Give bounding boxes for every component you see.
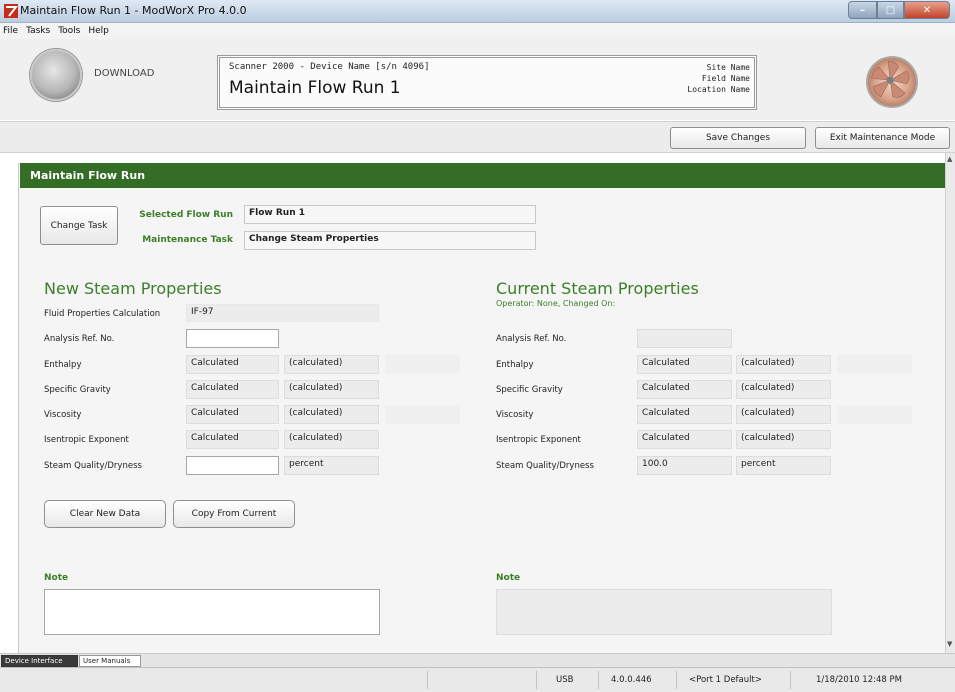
menu-help[interactable]: Help (88, 26, 109, 36)
menu-tasks[interactable]: Tasks (26, 26, 50, 36)
current-enthalpy-label: Enthalpy (496, 360, 534, 370)
current-viscosity-unit: (calculated) (736, 405, 831, 424)
toolbar: Save Changes Exit Maintenance Mode (0, 121, 955, 153)
device-line: Scanner 2000 - Device Name [s/n 4096] (229, 62, 430, 72)
current-steam-quality-label: Steam Quality/Dryness (496, 461, 594, 471)
new-steam-quality-unit: percent (284, 456, 379, 475)
minimize-icon: – (860, 4, 865, 16)
maintenance-task-label: Maintenance Task (142, 235, 233, 245)
new-note-input[interactable] (44, 589, 380, 635)
new-specific-gravity-label: Specific Gravity (44, 385, 111, 395)
new-enthalpy-extra (385, 355, 460, 374)
maximize-icon: □ (885, 4, 896, 16)
minimize-button[interactable]: – (848, 1, 877, 19)
status-datetime: 1/18/2010 12:48 PM (816, 675, 902, 685)
new-enthalpy-unit: (calculated) (284, 355, 379, 374)
new-analysis-ref-input[interactable] (186, 329, 279, 348)
maximize-button[interactable]: □ (877, 1, 904, 19)
window-title: Maintain Flow Run 1 - ModWorX Pro 4.0.0 (20, 4, 247, 17)
new-isentropic-unit: (calculated) (284, 430, 379, 449)
clear-new-data-button[interactable]: Clear New Data (44, 500, 166, 528)
new-steam-properties-title: New Steam Properties (44, 279, 222, 298)
new-viscosity-extra (385, 405, 460, 424)
current-isentropic-label: Isentropic Exponent (496, 435, 581, 445)
current-steam-quality-value: 100.0 (637, 456, 732, 475)
page-title: Maintain Flow Run 1 (229, 78, 401, 98)
app-logo-icon (4, 4, 18, 18)
copy-from-current-button[interactable]: Copy From Current (173, 500, 295, 528)
site-name: Site Name (706, 63, 750, 72)
menu-tools[interactable]: Tools (58, 26, 80, 36)
tab-device-interface[interactable]: Device Interface (1, 655, 78, 667)
status-connection: USB (556, 675, 574, 685)
section-header: Maintain Flow Run (20, 163, 946, 188)
new-isentropic-label: Isentropic Exponent (44, 435, 129, 445)
status-version: 4.0.0.446 (611, 675, 652, 685)
title-bar: Maintain Flow Run 1 - ModWorX Pro 4.0.0 … (0, 0, 955, 23)
status-port: <Port 1 Default> (689, 675, 762, 685)
new-enthalpy-value: Calculated (186, 355, 279, 374)
location-name: Location Name (687, 85, 750, 94)
window-controls: – □ ✕ (848, 1, 952, 19)
maintenance-task-field: Change Steam Properties (244, 231, 536, 250)
current-isentropic-value: Calculated (637, 430, 732, 449)
current-specific-gravity-unit: (calculated) (736, 380, 831, 399)
close-button[interactable]: ✕ (904, 1, 950, 19)
fluid-properties-calc-label: Fluid Properties Calculation (44, 309, 161, 319)
menu-bar: File Tasks Tools Help (0, 23, 955, 39)
new-viscosity-label: Viscosity (44, 410, 82, 420)
new-enthalpy-label: Enthalpy (44, 360, 82, 370)
current-specific-gravity-value: Calculated (637, 380, 732, 399)
status-divider (536, 671, 537, 689)
current-viscosity-extra (837, 405, 912, 424)
selected-flow-run-label: Selected Flow Run (139, 210, 233, 220)
new-viscosity-value: Calculated (186, 405, 279, 424)
status-divider (676, 671, 677, 689)
status-divider (790, 671, 791, 689)
bottom-tab-strip: Device Interface User Manuals (0, 653, 955, 667)
menu-file[interactable]: File (3, 26, 18, 36)
current-steam-quality-unit: percent (736, 456, 831, 475)
new-specific-gravity-unit: (calculated) (284, 380, 379, 399)
current-note-label: Note (496, 573, 521, 583)
current-viscosity-value: Calculated (637, 405, 732, 424)
scroll-down-icon[interactable]: ▼ (947, 640, 952, 648)
current-enthalpy-extra (837, 355, 912, 374)
current-specific-gravity-label: Specific Gravity (496, 385, 563, 395)
current-enthalpy-unit: (calculated) (736, 355, 831, 374)
current-analysis-ref-label: Analysis Ref. No. (496, 334, 567, 344)
new-analysis-ref-label: Analysis Ref. No. (44, 334, 115, 344)
current-isentropic-unit: (calculated) (736, 430, 831, 449)
close-icon: ✕ (922, 4, 932, 16)
save-changes-button[interactable]: Save Changes (670, 127, 806, 149)
status-divider (598, 671, 599, 689)
new-note-label: Note (44, 573, 69, 583)
new-isentropic-value: Calculated (186, 430, 279, 449)
current-enthalpy-value: Calculated (637, 355, 732, 374)
fan-icon (866, 56, 918, 108)
fluid-properties-calc-field: IF-97 (186, 304, 379, 322)
current-steam-properties-title: Current Steam Properties (496, 279, 699, 298)
current-analysis-ref-value (637, 329, 732, 348)
new-steam-quality-input[interactable] (186, 456, 279, 475)
new-viscosity-unit: (calculated) (284, 405, 379, 424)
download-button[interactable] (30, 49, 82, 101)
scroll-up-icon[interactable]: ▲ (947, 155, 952, 163)
status-divider (427, 671, 428, 689)
tab-user-manuals[interactable]: User Manuals (79, 655, 141, 667)
vertical-scrollbar[interactable]: ▲ ▼ (945, 153, 955, 653)
new-specific-gravity-value: Calculated (186, 380, 279, 399)
current-note-field (496, 589, 832, 635)
new-steam-quality-label: Steam Quality/Dryness (44, 461, 142, 471)
change-task-button[interactable]: Change Task (40, 206, 118, 245)
current-viscosity-label: Viscosity (496, 410, 534, 420)
exit-maintenance-button[interactable]: Exit Maintenance Mode (815, 127, 950, 149)
download-label[interactable]: DOWNLOAD (94, 68, 154, 79)
status-bar: USB 4.0.0.446 <Port 1 Default> 1/18/2010… (0, 667, 955, 692)
field-name: Field Name (701, 74, 750, 83)
fan-blades-icon (871, 61, 910, 98)
selected-flow-run-field: Flow Run 1 (244, 205, 536, 224)
operator-line: Operator: None, Changed On: (496, 299, 616, 308)
